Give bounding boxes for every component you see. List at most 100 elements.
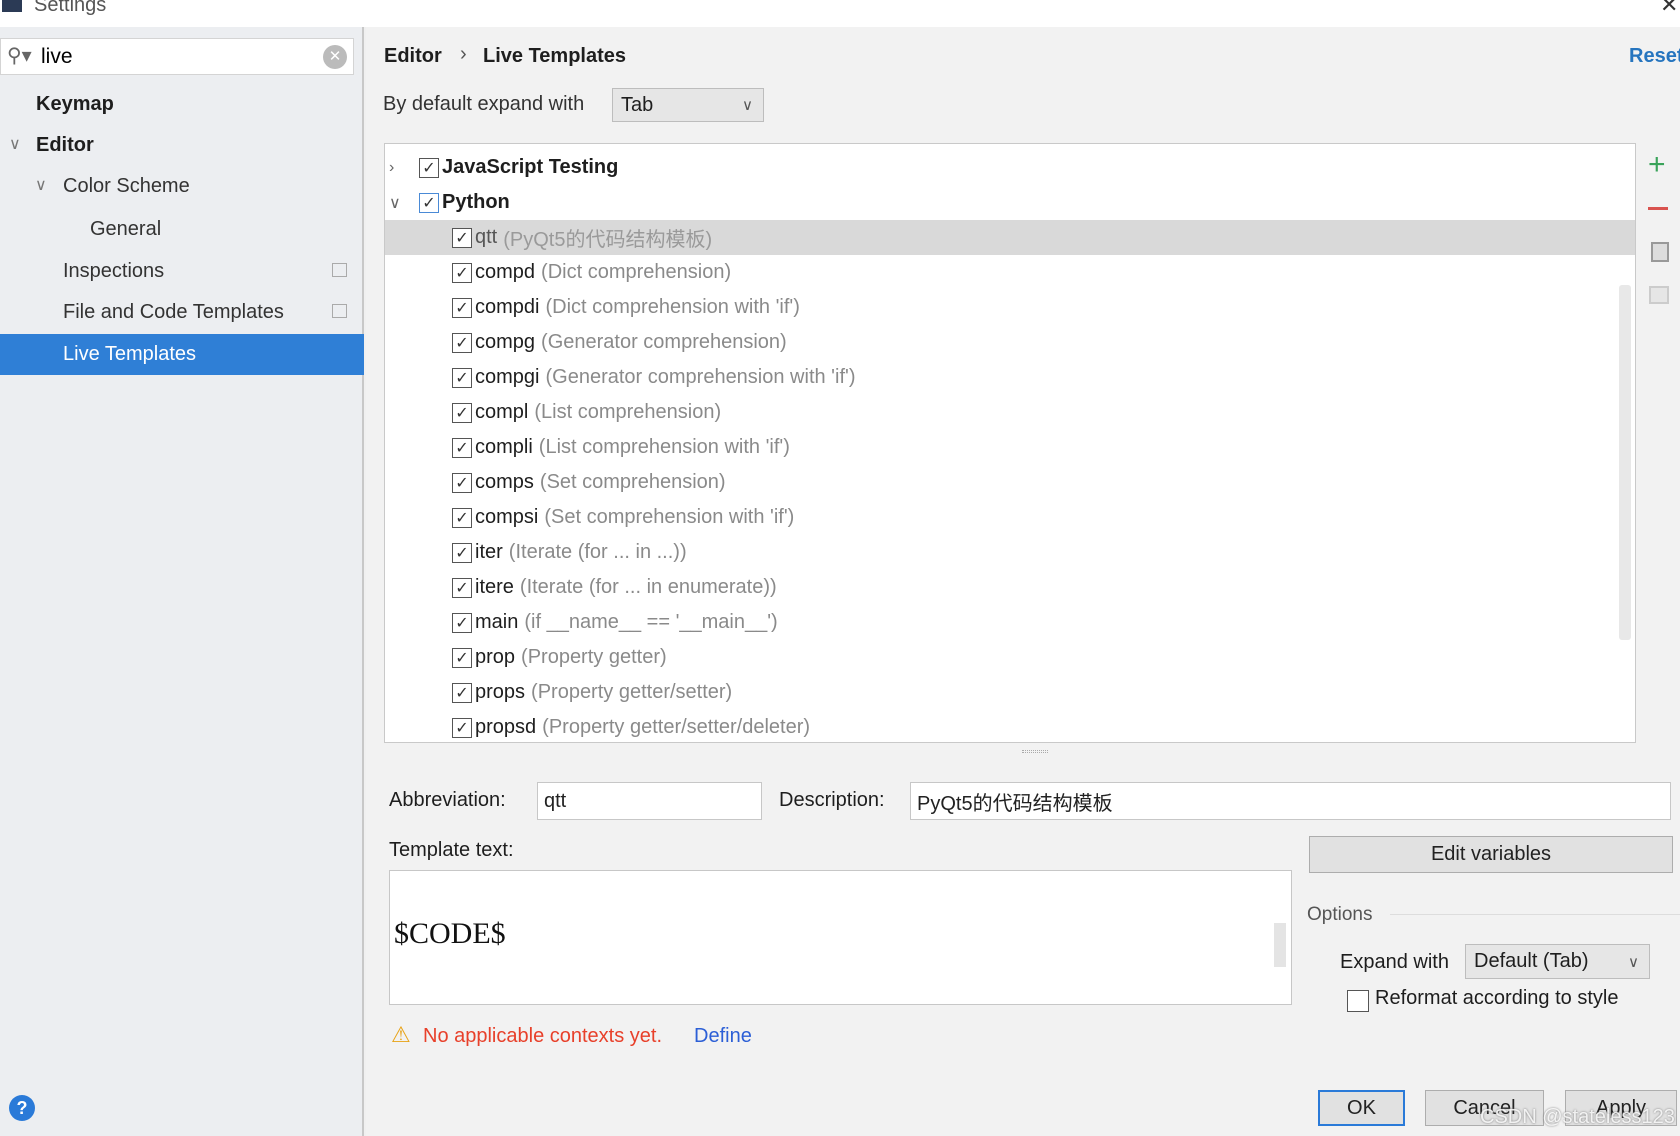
- template-checkbox[interactable]: ✓: [452, 437, 472, 458]
- expand-dropdown[interactable]: Tab ∨: [612, 88, 764, 122]
- tree-scrollbar[interactable]: [1619, 285, 1631, 640]
- group-checkbox[interactable]: ✓: [419, 192, 439, 213]
- sidebar: ⚲▾ ✕ Keymap ∨ Editor ∨ Color Scheme Gene…: [0, 27, 364, 1136]
- template-abbreviation: comps: [475, 471, 534, 493]
- breadcrumb-editor[interactable]: Editor: [384, 45, 442, 68]
- template-checkbox[interactable]: ✓: [452, 227, 472, 248]
- tree-group[interactable]: ∨ ✓ Python: [389, 185, 1619, 220]
- chevron-right-icon[interactable]: ›: [389, 159, 419, 177]
- list-item[interactable]: ✓ compsi (Set comprehension with 'if'): [385, 500, 1635, 535]
- template-checkbox[interactable]: ✓: [452, 402, 472, 423]
- list-item[interactable]: ✓ main (if __name__ == '__main__'): [385, 605, 1635, 640]
- list-item[interactable]: ✓ prop (Property getter): [385, 640, 1635, 675]
- group-checkbox[interactable]: ✓: [419, 157, 439, 178]
- template-checkbox[interactable]: ✓: [452, 717, 472, 738]
- template-text-editor[interactable]: $CODE$: [389, 870, 1292, 1005]
- change-context-icon[interactable]: [1649, 286, 1669, 304]
- list-item[interactable]: ✓ comps (Set comprehension): [385, 465, 1635, 500]
- sidebar-item-inspections[interactable]: Inspections: [63, 260, 164, 283]
- clear-search-icon[interactable]: ✕: [323, 45, 347, 69]
- reformat-checkbox[interactable]: [1347, 990, 1369, 1012]
- ok-button[interactable]: OK: [1318, 1090, 1405, 1126]
- template-abbreviation: prop: [475, 646, 516, 668]
- template-abbreviation: qtt: [475, 226, 498, 248]
- list-item[interactable]: ✓ compdi (Dict comprehension with 'if'): [385, 290, 1635, 325]
- list-item[interactable]: ✓ itere (Iterate (for ... in enumerate)): [385, 570, 1635, 605]
- splitter-handle[interactable]: [1022, 750, 1048, 753]
- template-description: (Dict comprehension with 'if'): [545, 296, 800, 318]
- template-checkbox[interactable]: ✓: [452, 332, 472, 353]
- template-checkbox[interactable]: ✓: [452, 367, 472, 388]
- template-description: (PyQt5的代码结构模板): [503, 229, 713, 251]
- template-text-label: Template text:: [389, 839, 514, 861]
- template-description: (Dict comprehension): [541, 261, 732, 283]
- reset-link[interactable]: Reset: [1629, 45, 1680, 68]
- project-settings-icon: [332, 263, 347, 277]
- list-item[interactable]: ✓ compli (List comprehension with 'if'): [385, 430, 1635, 465]
- sidebar-item-keymap[interactable]: Keymap: [36, 93, 114, 116]
- sidebar-item-live-templates[interactable]: Live Templates: [0, 334, 364, 375]
- watermark: CSDN @stateless123: [1480, 1106, 1675, 1128]
- edit-variables-button[interactable]: Edit variables: [1309, 836, 1673, 873]
- template-checkbox[interactable]: ✓: [452, 577, 472, 598]
- list-item[interactable]: ✓ qtt (PyQt5的代码结构模板): [385, 220, 1635, 255]
- templates-tree: › ✓ JavaScript Testing ∨ ✓ Python ✓ qtt …: [384, 143, 1636, 743]
- search-input[interactable]: [41, 42, 311, 72]
- template-checkbox[interactable]: ✓: [452, 542, 472, 563]
- expand-with-label: Expand with: [1340, 951, 1449, 973]
- chevron-down-icon[interactable]: ∨: [35, 175, 47, 195]
- help-icon[interactable]: ?: [9, 1095, 35, 1121]
- template-abbreviation: compg: [475, 331, 536, 353]
- template-description: (List comprehension): [534, 401, 722, 423]
- list-item[interactable]: ✓ compg (Generator comprehension): [385, 325, 1635, 360]
- reformat-label[interactable]: Reformat according to style: [1375, 987, 1618, 1010]
- template-checkbox[interactable]: ✓: [452, 682, 472, 703]
- expand-with-dropdown[interactable]: Default (Tab) ∨: [1465, 944, 1650, 979]
- options-divider: [1390, 914, 1680, 915]
- sidebar-item-file-and-code-templates[interactable]: File and Code Templates: [63, 301, 284, 324]
- expand-label: By default expand with: [383, 93, 585, 115]
- add-icon[interactable]: +: [1648, 150, 1666, 180]
- abbreviation-input[interactable]: [537, 782, 762, 820]
- remove-icon[interactable]: [1648, 207, 1668, 210]
- search-box[interactable]: ⚲▾ ✕: [0, 38, 354, 75]
- search-icon: ⚲▾: [7, 45, 32, 67]
- template-abbreviation: main: [475, 611, 519, 633]
- list-item[interactable]: ✓ iter (Iterate (for ... in ...)): [385, 535, 1635, 570]
- list-item[interactable]: ✓ compgi (Generator comprehension with '…: [385, 360, 1635, 395]
- tree-group[interactable]: › ✓ JavaScript Testing: [389, 150, 1619, 185]
- template-description: (Generator comprehension): [541, 331, 787, 353]
- template-checkbox[interactable]: ✓: [452, 507, 472, 528]
- copy-icon[interactable]: [1651, 242, 1669, 262]
- template-checkbox[interactable]: ✓: [452, 612, 472, 633]
- close-icon[interactable]: ✕: [1660, 0, 1678, 18]
- group-label: Python: [442, 191, 510, 213]
- template-description: (Property getter): [521, 646, 667, 668]
- list-item[interactable]: ✓ props (Property getter/setter): [385, 675, 1635, 710]
- list-item[interactable]: ✓ compl (List comprehension): [385, 395, 1635, 430]
- template-checkbox[interactable]: ✓: [452, 262, 472, 283]
- template-abbreviation: compgi: [475, 366, 540, 388]
- app-icon: [2, 0, 22, 12]
- list-item[interactable]: ✓ propsd (Property getter/setter/deleter…: [385, 710, 1635, 742]
- template-checkbox[interactable]: ✓: [452, 297, 472, 318]
- editor-scrollbar[interactable]: [1274, 923, 1286, 967]
- title-bar: Settings ✕: [0, 0, 1680, 27]
- breadcrumb-separator-icon: ›: [460, 43, 467, 65]
- sidebar-item-color-scheme[interactable]: Color Scheme: [63, 175, 190, 198]
- chevron-down-icon[interactable]: ∨: [9, 134, 21, 154]
- list-item[interactable]: ✓ compd (Dict comprehension): [385, 255, 1635, 290]
- define-link[interactable]: Define: [694, 1025, 752, 1048]
- expand-with-value: Default (Tab): [1474, 950, 1589, 972]
- description-input[interactable]: [910, 782, 1671, 820]
- chevron-down-icon[interactable]: ∨: [389, 193, 419, 213]
- sidebar-item-general[interactable]: General: [90, 218, 161, 241]
- template-checkbox[interactable]: ✓: [452, 472, 472, 493]
- template-description: (Property getter/setter/deleter): [542, 716, 811, 738]
- sidebar-item-editor[interactable]: Editor: [36, 134, 94, 157]
- chevron-down-icon: ∨: [742, 97, 753, 114]
- template-checkbox[interactable]: ✓: [452, 647, 472, 668]
- template-description: (Set comprehension with 'if'): [544, 506, 795, 528]
- breadcrumb-live-templates: Live Templates: [483, 45, 627, 67]
- warning-text: No applicable contexts yet.: [423, 1025, 663, 1047]
